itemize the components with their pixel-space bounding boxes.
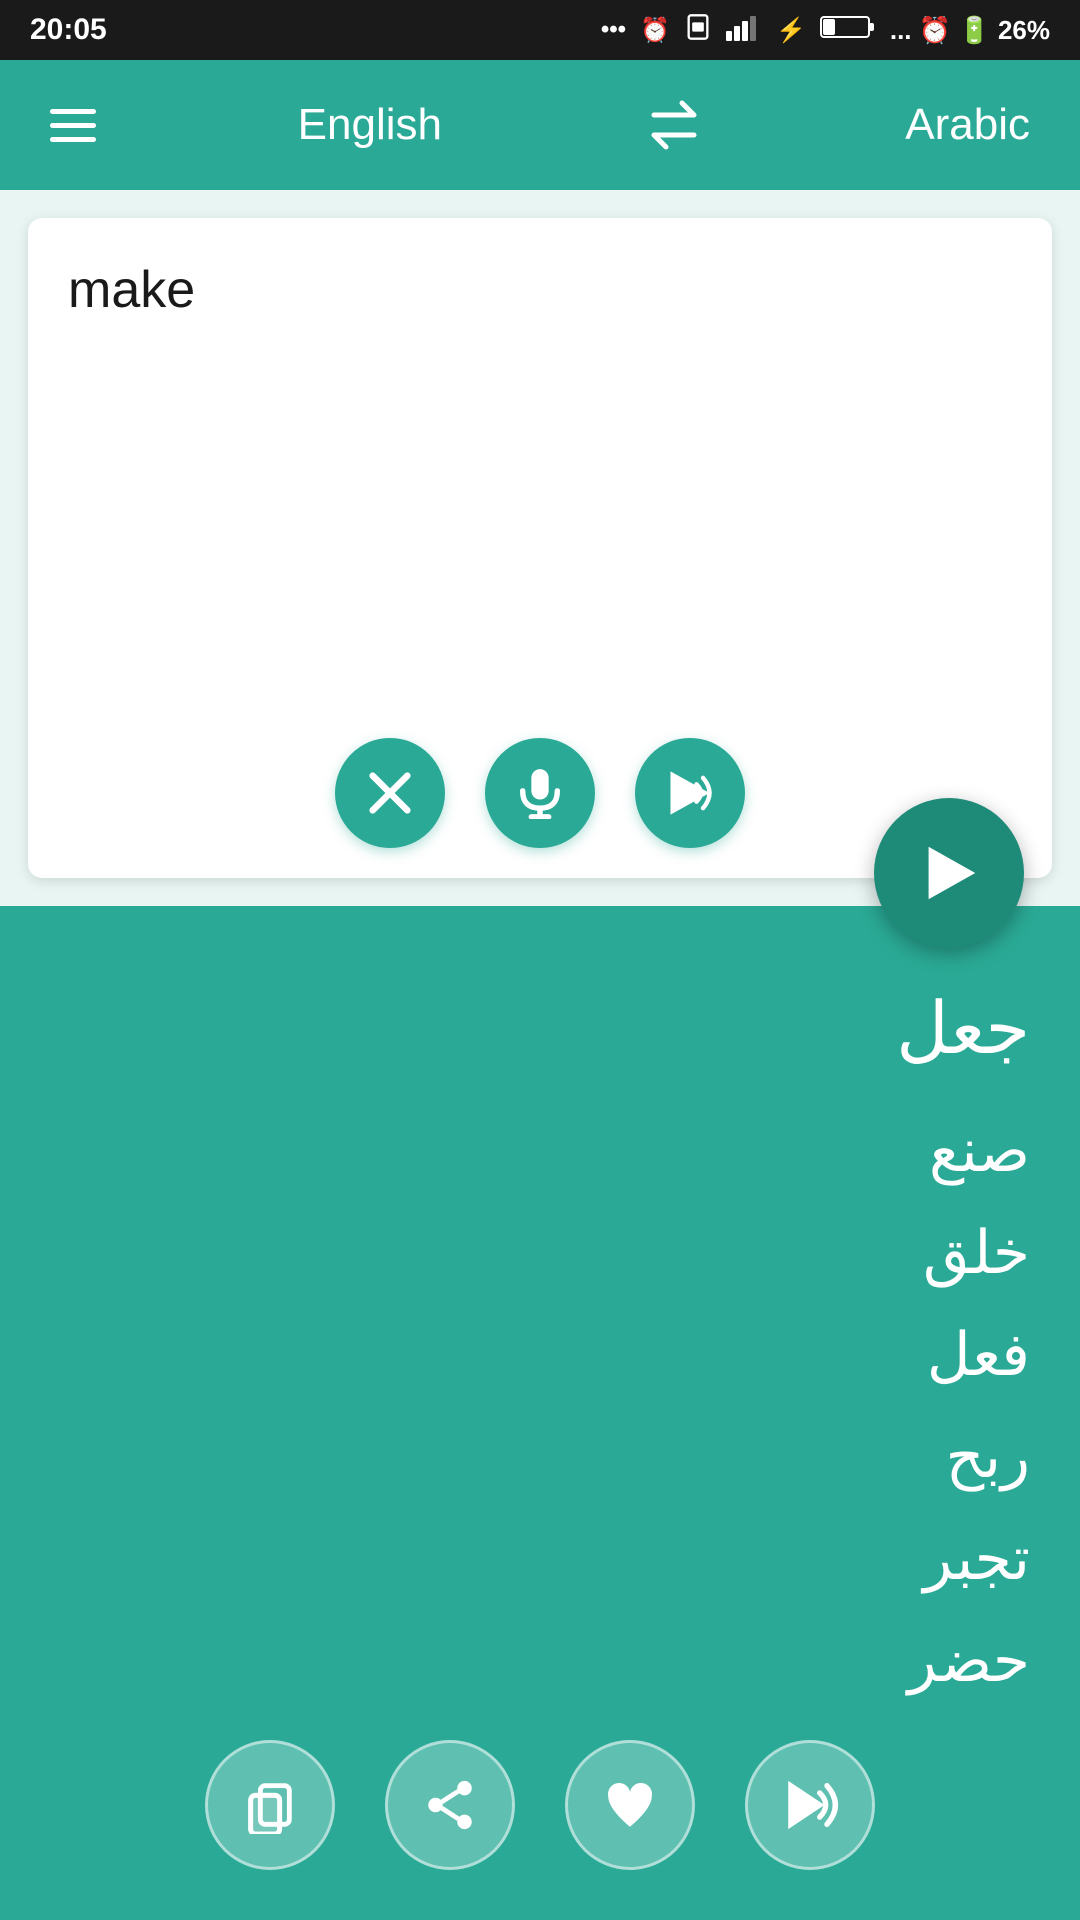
result-primary-text: جعل [50,986,1030,1070]
share-button[interactable] [385,1740,515,1870]
translate-button[interactable] [874,798,1024,948]
result-panel: جعل صنع خلق فعل ربح تجبر حضر [0,906,1080,1920]
battery-percent: ... ⏰ 🔋 26% [890,15,1050,46]
source-input[interactable]: make [68,254,1012,718]
alarm-icon: ⏰ [640,16,670,45]
listen-source-button[interactable] [635,738,745,848]
charging-icon: ⚡ [776,16,806,45]
content-area: make [0,190,1080,1920]
status-bar: 20:05 ••• ⏰ ⚡ [0,0,1080,60]
target-language-button[interactable]: Arabic [905,100,1030,150]
panels-wrapper: make [0,190,1080,1920]
source-actions [68,718,1012,848]
app-root: 20:05 ••• ⏰ ⚡ [0,0,1080,1920]
clear-button[interactable] [335,738,445,848]
source-language-button[interactable]: English [298,100,442,150]
result-alternatives: صنع خلق فعل ربح تجبر حضر [50,1100,1030,1712]
header: English Arabic [0,60,1080,190]
sim-icon [684,13,712,48]
status-time: 20:05 [30,13,107,47]
swap-languages-button[interactable] [644,95,704,155]
more-icon: ••• [601,16,626,44]
result-actions [0,1740,1080,1870]
source-panel: make [28,218,1052,878]
signal-icon [726,13,762,48]
listen-result-button[interactable] [745,1740,875,1870]
menu-button[interactable] [50,109,96,142]
status-icons: ••• ⏰ ⚡ [601,13,1050,48]
microphone-button[interactable] [485,738,595,848]
battery-icon [820,13,876,48]
copy-button[interactable] [205,1740,335,1870]
favorite-button[interactable] [565,1740,695,1870]
